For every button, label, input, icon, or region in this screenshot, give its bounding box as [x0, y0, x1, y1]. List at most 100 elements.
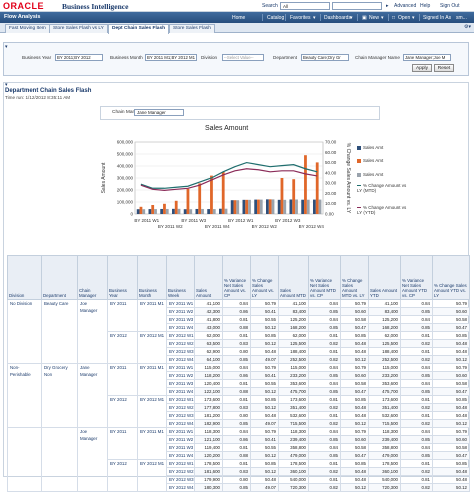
chevron-down-icon[interactable]: ▾: [313, 15, 316, 21]
business-week-cell[interactable]: BY 2012 W4: [166, 483, 195, 492]
column-header[interactable]: % Change Sales Amount YTD vs. LY: [432, 255, 470, 300]
division-select[interactable]: --Select Value--: [222, 54, 264, 61]
column-header[interactable]: % Variance Net Sales Amount YTD vs. CP: [400, 255, 433, 300]
value-cell: 50.12: [250, 451, 279, 460]
menu-dashboards[interactable]: Dashboards: [324, 15, 351, 21]
business-week-cell[interactable]: BY 2012 W4: [166, 419, 195, 428]
value-cell: 239,400: [368, 435, 401, 444]
sign-out-link[interactable]: Sign Out: [440, 3, 459, 9]
column-header[interactable]: Division: [7, 255, 42, 300]
value-cell: 353,600: [278, 379, 309, 388]
value-cell: 0.84: [308, 315, 341, 324]
search-scope-select[interactable]: All: [280, 2, 330, 10]
division-label: Division: [201, 55, 218, 60]
chevron-down-icon[interactable]: ▾: [350, 15, 353, 21]
search-input[interactable]: [332, 2, 382, 10]
value-cell: 41,100: [194, 299, 223, 308]
value-cell: 50.60: [340, 435, 369, 444]
chain-manager-name-select[interactable]: Jane Manager;Joe M: [403, 54, 451, 61]
column-header[interactable]: Chain Manager: [77, 255, 108, 300]
column-header[interactable]: Business Month: [137, 255, 167, 300]
business-week-cell[interactable]: BY 2011 W4: [166, 323, 195, 332]
value-cell: 720,300: [368, 483, 401, 492]
business-week-cell[interactable]: BY 2011 W1: [166, 299, 195, 308]
business-week-cell[interactable]: BY 2012 W2: [166, 339, 195, 348]
apply-button[interactable]: Apply: [412, 64, 432, 72]
chart-title: Sales Amount: [205, 125, 249, 132]
business-week-cell[interactable]: BY 2011 W2: [166, 435, 195, 444]
value-cell: 0.81: [222, 443, 251, 452]
column-header[interactable]: Sales Amount: [194, 255, 223, 300]
value-cell: 180,300: [194, 483, 223, 492]
value-cell: 50.12: [250, 339, 279, 348]
menu-open[interactable]: Open: [398, 15, 410, 21]
tab-store-sales-flash-vs-ly[interactable]: Store Sales Flash vs LY: [49, 24, 108, 33]
value-cell: 50.79: [250, 299, 279, 308]
value-cell: 0.80: [222, 347, 251, 356]
page-options-icon[interactable]: ⚙▾: [464, 24, 471, 30]
value-cell: 252,500: [278, 355, 309, 364]
chevron-down-icon[interactable]: ▾: [381, 15, 384, 21]
help-link[interactable]: Help: [420, 3, 430, 9]
menu-signed-user[interactable]: sm...: [456, 15, 467, 21]
value-cell: 532,600: [368, 411, 401, 420]
search-go-icon[interactable]: ▸: [386, 3, 389, 9]
menu-home[interactable]: Home: [232, 15, 245, 21]
business-week-cell[interactable]: BY 2012 W3: [166, 347, 195, 356]
value-cell: 83,400: [368, 307, 401, 316]
column-header[interactable]: Sales Amount MTD: [278, 255, 309, 300]
bar: [301, 199, 305, 214]
menu-divider: [357, 14, 358, 21]
business-year-select[interactable]: BY 2011;BY 2012: [55, 54, 103, 61]
bar: [183, 209, 187, 214]
chain-manager-select[interactable]: Jane Manager: [134, 109, 184, 116]
tab-dept-chain-sales-flash[interactable]: Dept Chain Sales Flash: [108, 24, 170, 34]
value-cell: 50.58: [432, 443, 470, 452]
column-header[interactable]: Business Year: [107, 255, 138, 300]
open-icon[interactable]: □: [392, 15, 395, 21]
business-week-cell[interactable]: BY 2012 W2: [166, 467, 195, 476]
business-week-cell[interactable]: BY 2012 W1: [166, 459, 195, 468]
menu-catalog[interactable]: Catalog: [267, 15, 284, 21]
column-header[interactable]: % Change Sales Amount vs. LY: [250, 255, 279, 300]
column-header[interactable]: Sales Amount YTD: [368, 255, 401, 300]
value-cell: 50.48: [340, 403, 369, 412]
business-week-cell[interactable]: BY 2011 W3: [166, 379, 195, 388]
column-header[interactable]: Business Week: [166, 255, 195, 300]
department-select[interactable]: Beauty Care;Dry Gr: [301, 54, 349, 61]
business-week-cell[interactable]: BY 2012 W1: [166, 395, 195, 404]
chevron-down-icon[interactable]: ▾: [412, 15, 415, 21]
value-cell: 43,000: [194, 323, 223, 332]
tab-store-sales-flash[interactable]: Store Sales Flash: [169, 24, 215, 33]
value-cell: 0.85: [308, 371, 341, 380]
column-header[interactable]: % Variance Net Sales Amount vs. CP: [222, 255, 251, 300]
business-month-select[interactable]: BY 2011 M1;BY 2012 M1: [145, 54, 197, 61]
business-week-cell[interactable]: BY 2012 W2: [166, 403, 195, 412]
business-week-cell[interactable]: BY 2011 W2: [166, 307, 195, 316]
business-week-cell[interactable]: BY 2012 W1: [166, 331, 195, 340]
y2-tick-label: 60.00: [325, 150, 337, 155]
business-week-cell[interactable]: BY 2011 W4: [166, 387, 195, 396]
business-week-cell[interactable]: BY 2012 W4: [166, 355, 195, 364]
reset-button[interactable]: Reset: [434, 64, 454, 72]
business-week-cell[interactable]: BY 2011 W2: [166, 371, 195, 380]
column-header[interactable]: % Change Sales Amount MTD vs. LY: [340, 255, 369, 300]
collapse-icon[interactable]: ▾: [5, 44, 8, 50]
y2-tick-label: 30.00: [325, 181, 337, 186]
menu-new[interactable]: New: [369, 15, 379, 21]
business-week-cell[interactable]: BY 2011 W4: [166, 451, 195, 460]
new-icon[interactable]: ▣: [362, 15, 367, 21]
column-header[interactable]: % Variance Net Sales Amount MTD vs. CP: [308, 255, 341, 300]
business-week-cell[interactable]: BY 2011 W1: [166, 363, 195, 372]
tab-fast-moving-item[interactable]: Fast Moving Item: [5, 24, 50, 33]
advanced-link[interactable]: Advanced: [394, 3, 416, 9]
value-cell: 0.81: [222, 315, 251, 324]
business-week-cell[interactable]: BY 2012 W3: [166, 411, 195, 420]
business-week-cell[interactable]: BY 2011 W3: [166, 315, 195, 324]
business-week-cell[interactable]: BY 2011 W1: [166, 427, 195, 436]
column-header[interactable]: Department: [41, 255, 78, 300]
value-cell: 233,200: [278, 371, 309, 380]
bar: [177, 208, 181, 214]
business-week-cell[interactable]: BY 2011 W3: [166, 443, 195, 452]
menu-favorites[interactable]: Favorites: [290, 15, 311, 21]
